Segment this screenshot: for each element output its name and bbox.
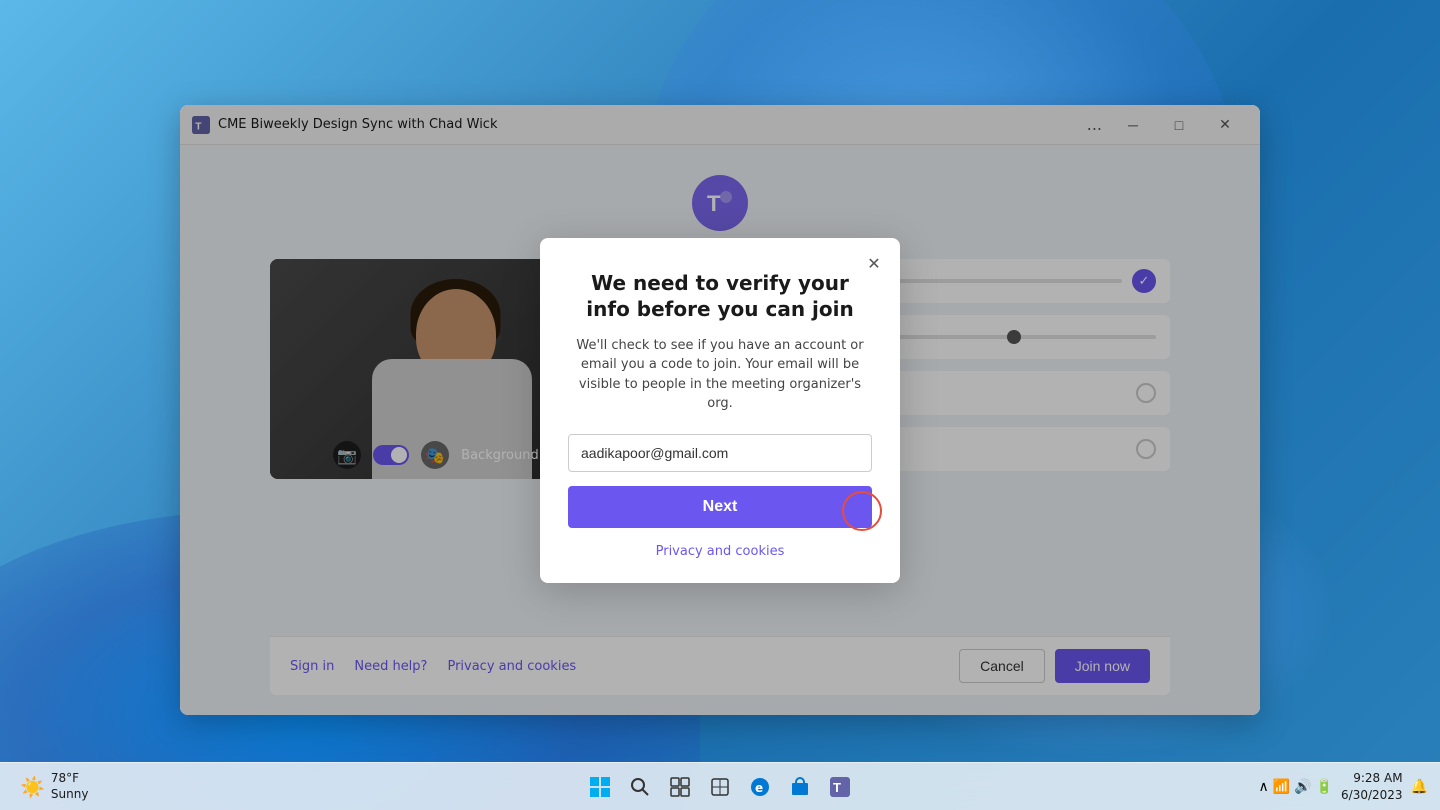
taskbar: ☀️ 78°F Sunny	[0, 762, 1440, 810]
teams-taskbar-button[interactable]: T	[822, 769, 858, 805]
system-tray-icons[interactable]: ∧ 📶 🔊 🔋	[1258, 779, 1333, 795]
taskbar-right: ∧ 📶 🔊 🔋 9:28 AM 6/30/2023 🔔	[1258, 770, 1428, 804]
start-button[interactable]	[582, 769, 618, 805]
modal-title: We need to verify your info before you c…	[568, 270, 872, 322]
temperature: 78°F	[51, 771, 89, 787]
modal-description: We'll check to see if you have an accoun…	[568, 336, 872, 414]
app-window: T CME Biweekly Design Sync with Chad Wic…	[180, 105, 1260, 715]
svg-text:T: T	[833, 780, 841, 795]
widgets-button[interactable]	[702, 769, 738, 805]
speaker-icon: 🔊	[1294, 779, 1311, 795]
weather-widget[interactable]: ☀️ 78°F Sunny	[12, 767, 96, 806]
verify-modal: ✕ We need to verify your info before you…	[540, 238, 900, 583]
weather-text: 78°F Sunny	[51, 771, 89, 802]
date-display: 6/30/2023	[1341, 787, 1403, 804]
condition: Sunny	[51, 787, 89, 803]
taskbar-center: e T	[582, 769, 858, 805]
weather-icon: ☀️	[20, 775, 45, 799]
modal-close-button[interactable]: ✕	[860, 250, 888, 278]
taskbar-left: ☀️ 78°F Sunny	[12, 767, 96, 806]
time-display: 9:28 AM	[1341, 770, 1403, 787]
edge-browser-button[interactable]: e	[742, 769, 778, 805]
modal-overlay: ✕ We need to verify your info before you…	[180, 105, 1260, 715]
search-button[interactable]	[622, 769, 658, 805]
clock[interactable]: 9:28 AM 6/30/2023	[1341, 770, 1403, 804]
modal-privacy-link[interactable]: Privacy and cookies	[568, 544, 872, 559]
battery-icon: 🔋	[1316, 779, 1333, 795]
wifi-icon: 📶	[1273, 779, 1290, 795]
email-input[interactable]	[568, 434, 872, 472]
task-view-button[interactable]	[662, 769, 698, 805]
store-button[interactable]	[782, 769, 818, 805]
notification-icon[interactable]: 🔔	[1411, 779, 1428, 795]
chevron-up-icon[interactable]: ∧	[1258, 779, 1268, 795]
next-button[interactable]: Next	[568, 486, 872, 528]
svg-text:e: e	[755, 781, 763, 795]
